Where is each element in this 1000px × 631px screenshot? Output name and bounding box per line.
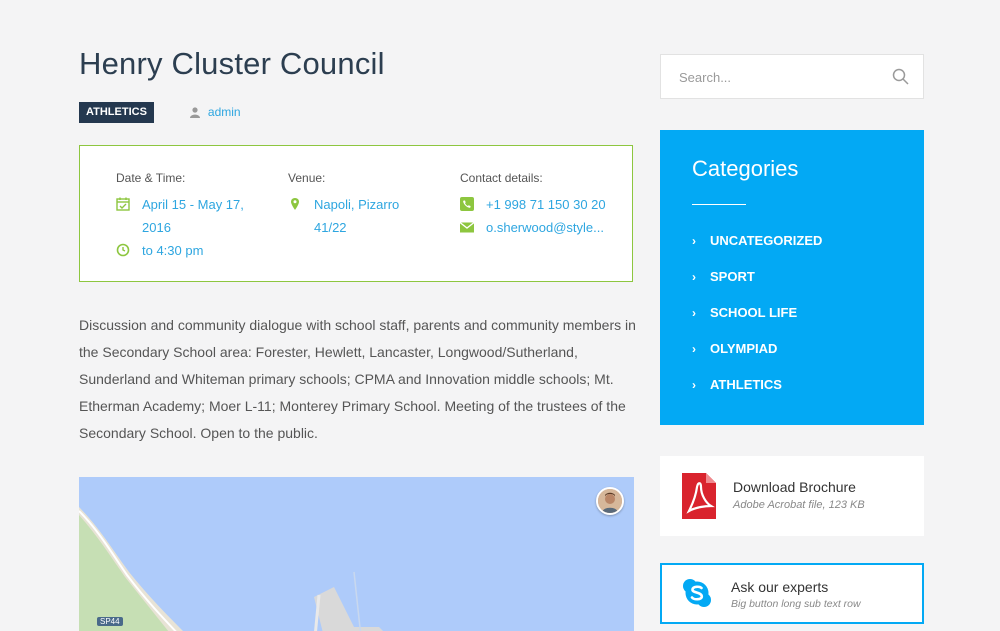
author-name: admin [207,105,241,119]
user-icon [189,106,200,118]
road-label: SP44 [97,617,123,626]
title-divider [692,204,746,205]
chevron-right-icon: › [692,306,696,320]
venue-value[interactable]: Napoli, Pizarro 41/22 [314,193,428,239]
event-description: Discussion and community dialogue with s… [79,317,636,441]
datetime-column: Date & Time: April 15 - May 17, 2016 to … [116,171,266,262]
chevron-right-icon: › [692,342,696,356]
pdf-icon [682,473,716,519]
post-meta: ATHLETICS admin [79,101,241,123]
time-value: to 4:30 pm [142,243,204,258]
contact-column: Contact details: +1 998 71 150 30 20 o.s… [460,171,610,239]
experts-subtitle: Big button long sub text row [731,598,861,610]
categories-widget: Categories › UNCATEGORIZED › SPORT › SCHOOL… [660,130,924,425]
avatar[interactable] [596,487,624,515]
event-info-box: Date & Time: April 15 - May 17, 2016 to … [79,145,633,282]
venue-row: Napoli, Pizarro 41/22 [288,193,428,239]
ask-experts-button[interactable]: Ask our experts Big button long sub text… [660,563,924,624]
category-label: ATHLETICS [710,377,782,392]
category-item-athletics[interactable]: › ATHLETICS [692,376,822,412]
brochure-title: Download Brochure [733,479,856,495]
author-link[interactable]: admin [189,105,241,119]
skype-icon [683,579,711,607]
category-item-uncategorized[interactable]: › UNCATEGORIZED [692,232,822,268]
calendar-icon [116,197,130,211]
date-row: April 15 - May 17, 2016 [116,193,266,239]
brochure-subtitle: Adobe Acrobat file, 123 KB [733,499,865,511]
map-pin-icon [291,198,299,210]
chevron-right-icon: › [692,270,696,284]
event-map[interactable]: SP44 [79,477,634,631]
search-box [660,54,924,99]
category-item-sport[interactable]: › SPORT [692,268,822,304]
category-label: SPORT [710,269,755,284]
chevron-right-icon: › [692,234,696,248]
mail-icon [460,221,474,233]
email-row: o.sherwood@style... [460,216,610,239]
category-label: SCHOOL LIFE [710,305,798,320]
map-canvas [79,477,634,631]
category-item-olympiad[interactable]: › OLYMPIAD [692,340,822,376]
venue-column: Venue: Napoli, Pizarro 41/22 [288,171,428,239]
time-row: to 4:30 pm [116,239,266,262]
category-label: OLYMPIAD [710,341,778,356]
date-value: April 15 - May 17, 2016 [142,197,244,235]
phone-value[interactable]: +1 998 71 150 30 20 [486,193,606,216]
clock-icon [116,243,130,257]
chevron-right-icon: › [692,378,696,392]
venue-label: Venue: [288,171,326,185]
categories-title: Categories [692,156,799,181]
datetime-label: Date & Time: [116,171,186,185]
category-label: UNCATEGORIZED [710,233,823,248]
contact-label: Contact details: [460,171,543,185]
phone-row: +1 998 71 150 30 20 [460,193,610,216]
phone-icon [460,197,474,211]
experts-title: Ask our experts [731,579,829,595]
email-value[interactable]: o.sherwood@style... [486,216,604,239]
search-input[interactable] [679,67,879,87]
search-icon[interactable] [892,68,909,85]
category-badge[interactable]: ATHLETICS [79,101,154,123]
download-brochure-button[interactable]: Download Brochure Adobe Acrobat file, 12… [660,456,924,536]
page-title: Henry Cluster Council [79,46,385,81]
category-item-school-life[interactable]: › SCHOOL LIFE [692,304,822,340]
categories-list: › UNCATEGORIZED › SPORT › SCHOOL LIFE › OLYM… [692,232,822,412]
